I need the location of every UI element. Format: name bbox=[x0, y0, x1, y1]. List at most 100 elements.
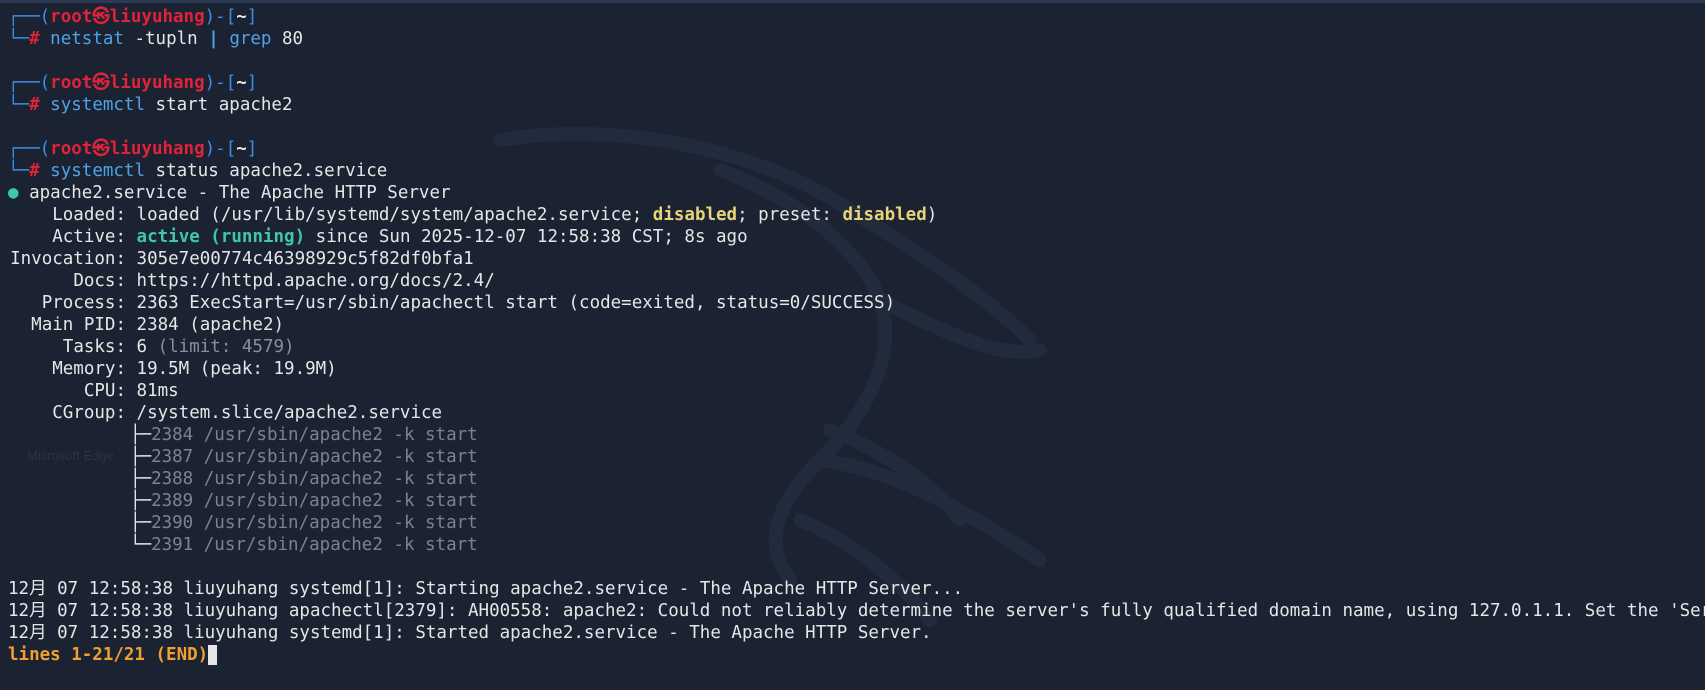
field-label: Tasks: bbox=[62, 337, 126, 357]
prompt-mid: )-[ bbox=[204, 139, 237, 159]
prompt-hash: # bbox=[29, 29, 40, 49]
command-line: └─# systemctl status apache2.service bbox=[8, 160, 1698, 182]
command-line: └─# netstat -tupln | grep 80 bbox=[8, 28, 1698, 50]
preset-badge: disabled bbox=[842, 205, 927, 225]
field-label: CGroup: bbox=[52, 403, 126, 423]
field-value: 81ms bbox=[126, 381, 179, 401]
field-label: Invocation: bbox=[10, 249, 126, 269]
prompt-line: ┌──(root㉿liuyuhang)-[~] bbox=[8, 6, 1698, 28]
status-dot-icon: ● bbox=[8, 183, 19, 203]
command-args: 80 bbox=[271, 29, 304, 49]
command-args: start apache2 bbox=[145, 95, 293, 115]
field-value: /system.slice/apache2.service bbox=[126, 403, 443, 423]
status-process: Process: 2363 ExecStart=/usr/sbin/apache… bbox=[8, 292, 1698, 314]
prompt-corner: └─ bbox=[8, 95, 30, 115]
cgroup-process: ├─2384 /usr/sbin/apache2 -k start bbox=[8, 424, 1698, 446]
cgroup-process: ├─2387 /usr/sbin/apache2 -k start bbox=[8, 446, 1698, 468]
journal-entry: 12月 07 12:58:38 liuyuhang systemd[1]: St… bbox=[8, 579, 964, 599]
field-value: 19.5M (peak: 19.9M) bbox=[126, 359, 337, 379]
command-name: netstat bbox=[50, 29, 124, 49]
command-name: grep bbox=[218, 29, 272, 49]
field-value: 305e7e00774c46398929c5f82df0bfa1 bbox=[126, 249, 474, 269]
status-loaded: Loaded: loaded (/usr/lib/systemd/system/… bbox=[8, 204, 1698, 226]
journal-entry: 12月 07 12:58:38 liuyuhang apachectl[2379… bbox=[8, 600, 1705, 622]
tasks-limit: (limit: 4579) bbox=[147, 337, 295, 357]
field-label: Docs: bbox=[73, 271, 126, 291]
tree-branch: └─ bbox=[130, 535, 152, 555]
prompt-dir: ~ bbox=[236, 139, 247, 159]
window-top-edge bbox=[0, 0, 1705, 3]
prompt-user: root㉿liuyuhang bbox=[50, 139, 205, 159]
terminal-cursor bbox=[208, 645, 218, 665]
field-label: Process: bbox=[41, 293, 126, 313]
disabled-badge: disabled bbox=[652, 205, 738, 225]
process-entry: 2387 /usr/sbin/apache2 -k start bbox=[151, 447, 478, 467]
field-value: since Sun 2025-12-07 12:58:38 CST; 8s ag… bbox=[305, 227, 748, 247]
field-label: Memory: bbox=[52, 359, 126, 379]
cgroup-process: ├─2389 /usr/sbin/apache2 -k start bbox=[8, 490, 1698, 512]
status-cgroup: CGroup: /system.slice/apache2.service bbox=[8, 402, 1698, 424]
prompt-hash: # bbox=[29, 161, 40, 181]
service-title: apache2.service - The Apache HTTP Server bbox=[18, 183, 451, 203]
active-status-badge: active (running) bbox=[136, 227, 306, 247]
prompt-corner: └─ bbox=[8, 161, 30, 181]
prompt-line: ┌──(root㉿liuyuhang)-[~] bbox=[8, 138, 1698, 160]
prompt-open: ┌──( bbox=[8, 73, 51, 93]
process-entry: 2388 /usr/sbin/apache2 -k start bbox=[151, 469, 478, 489]
cgroup-process: ├─2390 /usr/sbin/apache2 -k start bbox=[8, 512, 1698, 534]
field-label: Loaded: bbox=[52, 205, 126, 225]
status-invocation: Invocation: 305e7e00774c46398929c5f82df0… bbox=[8, 248, 1698, 270]
prompt-line: ┌──(root㉿liuyuhang)-[~] bbox=[8, 72, 1698, 94]
terminal-output[interactable]: ┌──(root㉿liuyuhang)-[~] └─# netstat -tup… bbox=[8, 6, 1705, 666]
field-value: 2363 ExecStart=/usr/sbin/apachectl start… bbox=[126, 293, 896, 313]
tree-branch: ├─ bbox=[130, 469, 152, 489]
process-entry: 2391 /usr/sbin/apache2 -k start bbox=[151, 535, 478, 555]
status-cpu: CPU: 81ms bbox=[8, 380, 1698, 402]
prompt-open: ┌──( bbox=[8, 7, 51, 27]
status-memory: Memory: 19.5M (peak: 19.9M) bbox=[8, 358, 1698, 380]
status-active: Active: active (running) since Sun 2025-… bbox=[8, 226, 1698, 248]
prompt-user: root㉿liuyuhang bbox=[50, 7, 205, 27]
command-args: -tupln bbox=[123, 29, 209, 49]
prompt-open: ┌──( bbox=[8, 139, 51, 159]
tree-branch: ├─ bbox=[130, 447, 152, 467]
prompt-corner: └─ bbox=[8, 29, 30, 49]
status-docs: Docs: https://httpd.apache.org/docs/2.4/ bbox=[8, 270, 1698, 292]
field-value: 2384 (apache2) bbox=[126, 315, 285, 335]
prompt-mid: )-[ bbox=[204, 7, 237, 27]
status-mainpid: Main PID: 2384 (apache2) bbox=[8, 314, 1698, 336]
field-label: CPU: bbox=[83, 381, 126, 401]
docs-link[interactable]: https://httpd.apache.org/docs/2.4/ bbox=[126, 271, 495, 291]
prompt-dir: ~ bbox=[236, 73, 247, 93]
cgroup-process: ├─2388 /usr/sbin/apache2 -k start bbox=[8, 468, 1698, 490]
journal-text: 12月 07 12:58:38 liuyuhang apachectl[2379… bbox=[8, 601, 1705, 621]
prompt-close: ] bbox=[246, 73, 258, 93]
command-line: └─# systemctl start apache2 bbox=[8, 94, 1698, 116]
pager-status-text: lines 1-21/21 (END) bbox=[8, 645, 209, 665]
field-value: ; preset: bbox=[737, 205, 843, 225]
field-label: Main PID: bbox=[31, 315, 126, 335]
tree-branch: ├─ bbox=[130, 425, 152, 445]
cgroup-process: └─2391 /usr/sbin/apache2 -k start bbox=[8, 534, 1698, 556]
status-tasks: Tasks: 6 (limit: 4579) bbox=[8, 336, 1698, 358]
tree-branch: ├─ bbox=[130, 491, 152, 511]
prompt-close: ] bbox=[246, 139, 258, 159]
prompt-close: ] bbox=[246, 7, 258, 27]
tree-branch: ├─ bbox=[130, 513, 152, 533]
field-value: loaded (/usr/lib/systemd/system/apache2.… bbox=[126, 205, 653, 225]
command-name: systemctl bbox=[50, 95, 145, 115]
prompt-user: root㉿liuyuhang bbox=[50, 73, 205, 93]
prompt-dir: ~ bbox=[236, 7, 247, 27]
field-value: 6 bbox=[126, 337, 148, 357]
pager-status[interactable]: lines 1-21/21 (END) bbox=[8, 644, 1698, 666]
journal-entry: 12月 07 12:58:38 liuyuhang systemd[1]: St… bbox=[8, 623, 932, 643]
command-name: systemctl bbox=[50, 161, 145, 181]
field-label: Active: bbox=[52, 227, 126, 247]
command-pipe: | bbox=[208, 29, 219, 49]
command-args: status apache2.service bbox=[145, 161, 388, 181]
service-header: ● apache2.service - The Apache HTTP Serv… bbox=[8, 182, 1698, 204]
process-entry: 2390 /usr/sbin/apache2 -k start bbox=[151, 513, 478, 533]
